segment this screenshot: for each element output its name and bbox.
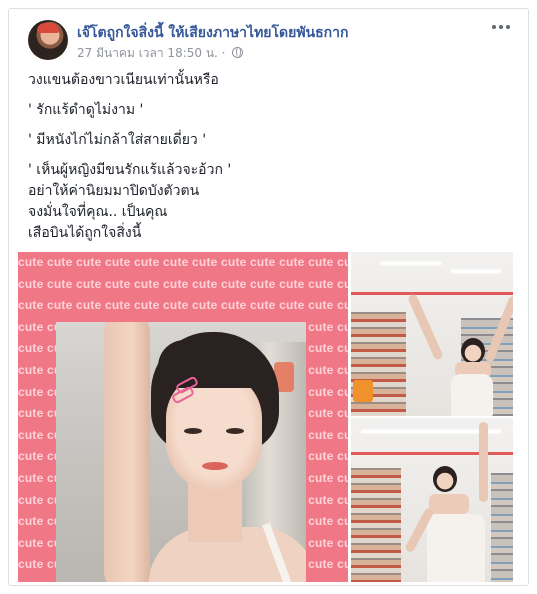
post-text-line: อย่าให้ค่านิยมมาปิดบังตัวตน (28, 183, 200, 199)
facebook-post: เจ๊โตถูกใจสิ่งนี้ ให้เสียงภาษาไทยโดยพันธ… (0, 0, 537, 594)
post-photo-side-bottom[interactable] (351, 418, 513, 582)
page-avatar[interactable] (28, 20, 68, 60)
page-name-link[interactable]: เจ๊โตถูกใจสิ่งนี้ ให้เสียงภาษาไทยโดยพันธ… (77, 22, 348, 44)
post-timestamp[interactable]: 27 มีนาคม เวลา 18:50 น. · (77, 46, 225, 60)
post-text-line: ' มีหนังไก่ไม่กล้าใส่สายเดี่ยว ' (28, 132, 207, 148)
photo-portrait (56, 322, 306, 582)
post-text: วงแขนต้องขาวเนียนเท่านั้นหรือ ' รักแร้ดำ… (28, 70, 498, 244)
post-text-line: จงมั่นใจที่คุณ.. เป็นคุณ (28, 204, 168, 220)
post-meta: 27 มีนาคม เวลา 18:50 น. · (77, 44, 244, 63)
avatar-hat (37, 23, 59, 33)
post-photo-side-top[interactable] (351, 252, 513, 416)
globe-icon (232, 47, 244, 58)
post-text-line: เสือบินได้ถูกใจสิ่งนี้ (28, 225, 142, 241)
post-text-line: ' เห็นผู้หญิงมีขนรักแร้แล้วจะอ้วก ' (28, 162, 232, 178)
post-text-line: ' รักแร้ดำดูไม่งาม ' (28, 102, 144, 118)
more-options-icon[interactable] (490, 20, 512, 34)
post-text-line: วงแขนต้องขาวเนียนเท่านั้นหรือ (28, 72, 219, 88)
post-photo-main[interactable]: cute cute cute cute cute cute cute cute … (18, 252, 348, 582)
